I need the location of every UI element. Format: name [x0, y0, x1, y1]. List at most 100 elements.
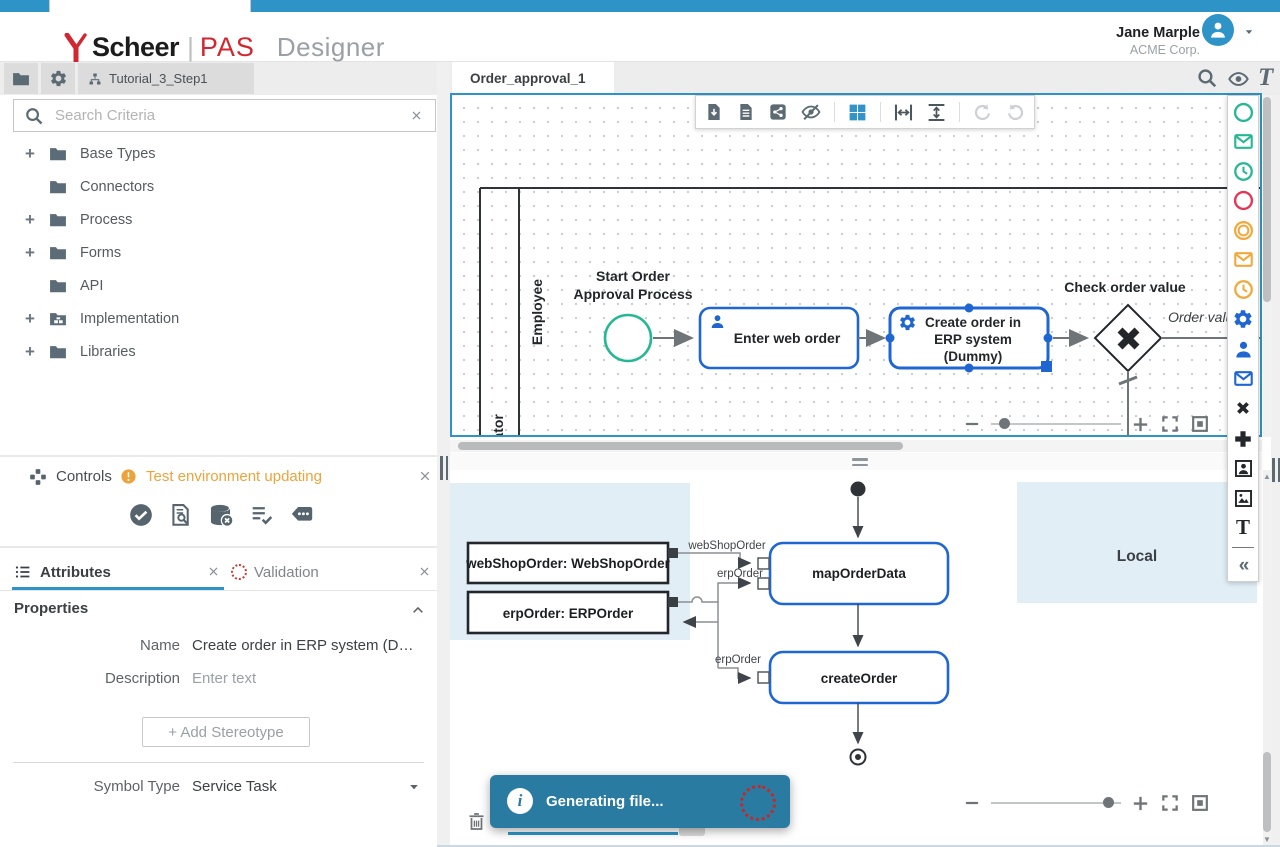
object-webshoporder[interactable]: webShopOrder: WebShopOrder — [465, 543, 678, 583]
export-document-icon[interactable] — [704, 102, 724, 122]
task-enter-web-order[interactable]: Enter web order — [700, 308, 858, 368]
tree-item-base-types[interactable]: + Base Types — [0, 137, 437, 170]
actor-icon[interactable] — [1233, 458, 1254, 479]
object-erporder[interactable]: erpOrder: ERPOrder — [468, 592, 678, 633]
close-attributes-icon[interactable] — [207, 565, 220, 578]
parallel-gateway-icon[interactable] — [1232, 428, 1254, 450]
scroll-up-icon[interactable]: ▲ — [1263, 472, 1271, 481]
user-avatar[interactable] — [1202, 14, 1234, 46]
output-port[interactable] — [668, 548, 678, 558]
grid-icon[interactable] — [847, 102, 868, 123]
tree-item-forms[interactable]: + Forms — [0, 236, 437, 269]
settings-tab-button[interactable] — [41, 63, 75, 94]
bpmn-canvas[interactable]: Employee Administrator Start Order Appro… — [450, 93, 1262, 437]
text-annotation-icon[interactable]: T — [1236, 517, 1250, 538]
fit-to-screen-icon[interactable] — [1190, 414, 1210, 434]
intermediate-event-icon[interactable] — [1233, 220, 1254, 241]
output-port[interactable] — [668, 597, 678, 607]
tree-item-libraries[interactable]: + Libraries — [0, 335, 437, 368]
right-splitter-handle[interactable] — [1272, 458, 1280, 482]
zoom-in-icon[interactable] — [1131, 415, 1150, 434]
tree-item-api[interactable]: API — [0, 269, 437, 302]
final-node[interactable] — [851, 750, 866, 765]
symbol-type-value[interactable]: Service Task — [192, 778, 277, 795]
zoom-out-icon[interactable] — [963, 794, 981, 812]
redo-icon[interactable] — [1005, 102, 1026, 123]
scrollbar-thumb[interactable] — [1263, 97, 1271, 302]
scroll-down-icon[interactable]: ▼ — [1263, 835, 1271, 844]
user-task-icon[interactable] — [1233, 339, 1254, 360]
action-maporderdata[interactable]: mapOrderData — [758, 543, 948, 604]
close-controls-icon[interactable] — [418, 469, 432, 483]
close-validation-icon[interactable] — [418, 565, 431, 578]
validate-icon[interactable] — [128, 502, 154, 528]
trash-icon[interactable] — [466, 810, 487, 833]
checklist-icon[interactable] — [249, 502, 275, 528]
expand-icon[interactable]: + — [22, 243, 38, 263]
initial-node[interactable] — [851, 482, 866, 497]
name-value[interactable]: Create order in ERP system (Dummy) — [192, 637, 418, 654]
hide-icon[interactable] — [800, 101, 822, 123]
message-start-event-icon[interactable] — [1233, 131, 1254, 152]
inspect-document-icon[interactable] — [168, 502, 194, 528]
collapse-section-icon[interactable] — [410, 602, 426, 618]
scrollbar-thumb[interactable] — [1263, 752, 1271, 832]
add-stereotype-button[interactable]: + Add Stereotype — [142, 717, 310, 747]
bpmn-pool[interactable]: Employee Administrator — [480, 188, 1260, 435]
tree-item-connectors[interactable]: Connectors — [0, 170, 437, 203]
canvas-search-icon[interactable] — [1196, 67, 1218, 89]
exclusive-gateway-icon[interactable] — [1232, 397, 1254, 419]
expand-icon[interactable]: + — [22, 342, 38, 362]
expand-icon[interactable]: + — [22, 309, 38, 329]
tab-order-approval[interactable]: Order_approval_1 — [452, 62, 614, 95]
action-createorder[interactable]: createOrder — [758, 652, 948, 703]
splitter-handle[interactable] — [852, 458, 868, 469]
zoom-slider-handle[interactable] — [1103, 797, 1114, 808]
user-menu-chevron-icon[interactable] — [1242, 26, 1256, 38]
exclusive-gateway[interactable]: Check order value — [1064, 279, 1186, 371]
tag-icon[interactable] — [289, 502, 315, 528]
clear-database-icon[interactable] — [208, 502, 235, 529]
folder-tab-button[interactable] — [4, 63, 38, 94]
timer-intermediate-event-icon[interactable] — [1233, 279, 1254, 300]
zoom-in-icon[interactable] — [1131, 794, 1150, 813]
service-task-icon[interactable] — [1232, 308, 1254, 330]
input-port[interactable] — [758, 578, 769, 589]
distribute-horizontal-icon[interactable] — [893, 102, 914, 123]
start-event-icon[interactable] — [1233, 102, 1254, 123]
fit-to-screen-icon[interactable] — [1190, 793, 1210, 813]
share-icon[interactable] — [768, 102, 788, 122]
expand-icon[interactable]: + — [22, 144, 38, 164]
expand-icon[interactable]: + — [22, 210, 38, 230]
project-tab[interactable]: Tutorial_3_Step1 — [78, 63, 254, 94]
collapse-palette-icon[interactable]: « — [1239, 556, 1248, 575]
clear-search-icon[interactable] — [410, 109, 423, 122]
tab-attributes[interactable]: Attributes — [40, 564, 111, 581]
visibility-icon[interactable] — [1226, 68, 1251, 90]
timer-start-event-icon[interactable] — [1233, 161, 1254, 182]
undo-icon[interactable] — [972, 102, 993, 123]
start-event[interactable]: Start Order Approval Process — [573, 268, 692, 361]
distribute-vertical-icon[interactable] — [926, 102, 947, 123]
zoom-out-icon[interactable] — [963, 415, 981, 433]
message-intermediate-event-icon[interactable] — [1233, 249, 1254, 270]
tree-item-process[interactable]: + Process — [0, 203, 437, 236]
send-task-icon[interactable] — [1233, 368, 1254, 389]
zoom-slider[interactable] — [991, 423, 1121, 425]
fullscreen-icon[interactable] — [1160, 793, 1180, 813]
image-icon[interactable] — [1233, 488, 1254, 509]
report-document-icon[interactable] — [736, 102, 756, 122]
search-input[interactable] — [53, 106, 410, 125]
input-port[interactable] — [758, 558, 769, 569]
end-event-icon[interactable] — [1233, 190, 1254, 211]
symbol-type-dropdown-icon[interactable] — [406, 780, 422, 794]
task-create-order-erp[interactable]: Create order in ERP system (Dummy) — [886, 304, 1053, 373]
tree-item-implementation[interactable]: + Implementation — [0, 302, 437, 335]
zoom-slider[interactable] — [991, 802, 1121, 804]
zoom-slider-handle[interactable] — [999, 418, 1010, 429]
description-value[interactable]: Enter text — [192, 670, 256, 687]
left-splitter-handle[interactable] — [440, 456, 448, 480]
text-tool-icon[interactable]: T — [1258, 64, 1273, 92]
tab-validation[interactable]: Validation — [254, 564, 319, 581]
input-port[interactable] — [758, 672, 769, 683]
